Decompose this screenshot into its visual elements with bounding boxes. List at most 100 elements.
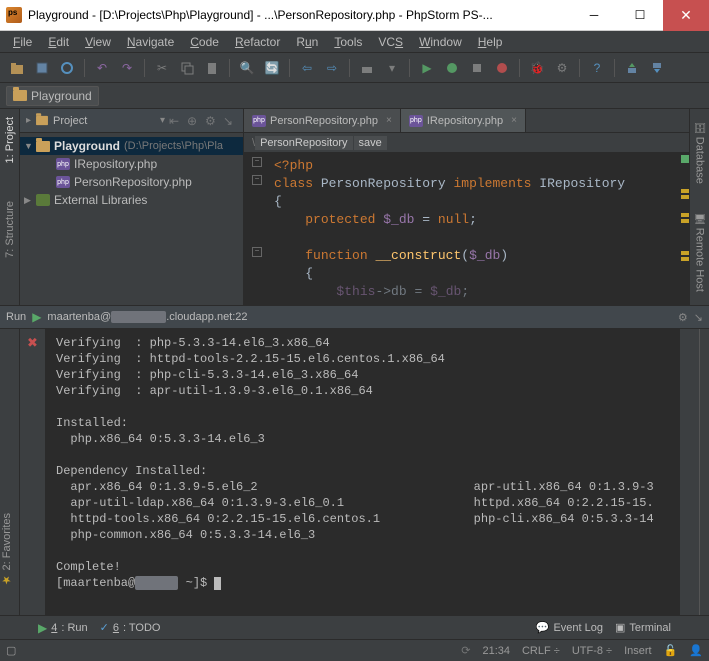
- maximize-button[interactable]: ☐: [617, 0, 663, 31]
- right-tool-strip-lower: [679, 329, 699, 615]
- menu-file[interactable]: File: [6, 33, 39, 51]
- tree-root-label: Playground: [54, 139, 120, 153]
- run-body: ★ 2: Favorites ✖ Verifying : php-5.3.3-1…: [0, 329, 709, 615]
- bottom-tab-todo[interactable]: ✓6: TODO: [100, 621, 161, 634]
- close-button[interactable]: ✕: [663, 0, 709, 31]
- bottom-tab-eventlog[interactable]: 💬 Event Log: [536, 621, 603, 634]
- tree-external-libs[interactable]: ▶ External Libraries: [20, 191, 243, 209]
- paste-icon[interactable]: [201, 57, 223, 79]
- panel-menu-icon[interactable]: ▸: [26, 115, 31, 126]
- run-icon[interactable]: ▶: [416, 57, 438, 79]
- redo-icon[interactable]: ↷: [116, 57, 138, 79]
- coverage-icon[interactable]: [466, 57, 488, 79]
- bottom-tool-tabs: ▶4: Run ✓6: TODO 💬 Event Log ▣ Terminal: [0, 615, 709, 639]
- right-tool-strip: 🗄 Database 🖥 Remote Host: [689, 109, 709, 305]
- hide-icon[interactable]: ↘: [223, 114, 237, 128]
- crumb-class[interactable]: PersonRepository: [255, 136, 352, 150]
- tool-favorites[interactable]: ★ 2: Favorites: [0, 509, 13, 591]
- run-console[interactable]: Verifying : php-5.3.3-14.el6_3.x86_64 Ve…: [46, 329, 679, 615]
- target-icon[interactable]: ⊕: [187, 114, 201, 128]
- menu-vcs[interactable]: VCS: [371, 33, 410, 51]
- progress-icon[interactable]: ⟳: [461, 644, 470, 657]
- chevron-down-icon[interactable]: ▾: [160, 115, 165, 126]
- fold-icon[interactable]: −: [252, 247, 262, 257]
- upload-icon[interactable]: [621, 57, 643, 79]
- tab-label: PersonRepository.php: [270, 115, 378, 127]
- menu-code[interactable]: Code: [183, 33, 226, 51]
- sync-icon[interactable]: [56, 57, 78, 79]
- menu-refactor[interactable]: Refactor: [228, 33, 287, 51]
- stop-icon[interactable]: [491, 57, 513, 79]
- tree-file-label: IRepository.php: [74, 157, 157, 171]
- menu-window[interactable]: Window: [412, 33, 469, 51]
- tab-irepository[interactable]: php IRepository.php ×: [401, 109, 526, 132]
- tool-structure[interactable]: 7: Structure: [4, 197, 16, 262]
- status-encoding[interactable]: UTF-8 ÷: [572, 645, 612, 657]
- left-tool-strip-lower: ★ 2: Favorites: [0, 329, 20, 615]
- readonly-lock-icon[interactable]: 🔓: [664, 644, 678, 657]
- help-icon[interactable]: ?: [586, 57, 608, 79]
- folder-icon: [36, 116, 48, 125]
- run-header: Run ▶ maartenba@xxxxxxxxxx.cloudapp.net:…: [0, 306, 709, 329]
- hide-icon[interactable]: ↘: [694, 311, 703, 324]
- run-host: maartenba@xxxxxxxxxx.cloudapp.net:22: [47, 311, 247, 323]
- status-insert[interactable]: Insert: [624, 645, 652, 657]
- project-tree: ▼ Playground (D:\Projects\Php\Pla php IR…: [20, 133, 243, 213]
- menu-view[interactable]: View: [78, 33, 118, 51]
- status-caret[interactable]: 21:34: [482, 645, 510, 657]
- gear-icon[interactable]: ⚙: [205, 114, 219, 128]
- tree-root[interactable]: ▼ Playground (D:\Projects\Php\Pla: [20, 137, 243, 155]
- fold-icon[interactable]: −: [252, 175, 262, 185]
- main-toolbar: ↶ ↷ ✂ 🔍 🔄 ⇦ ⇨ ▾ ▶ 🐞 ⚙ ?: [0, 53, 709, 83]
- scrollbar[interactable]: [699, 329, 709, 615]
- expand-arrow-icon[interactable]: ▼: [24, 141, 32, 151]
- save-all-icon[interactable]: [31, 57, 53, 79]
- bottom-tab-terminal[interactable]: ▣ Terminal: [615, 621, 671, 634]
- tree-file[interactable]: php PersonRepository.php: [20, 173, 243, 191]
- close-tab-icon[interactable]: ×: [511, 115, 517, 126]
- breadcrumb[interactable]: Playground: [6, 86, 99, 106]
- menu-tools[interactable]: Tools: [327, 33, 369, 51]
- undo-icon[interactable]: ↶: [91, 57, 113, 79]
- forward-icon[interactable]: ⇨: [321, 57, 343, 79]
- editor-breadcrumb[interactable]: \PersonRepositorysave: [244, 133, 689, 153]
- tool-database[interactable]: 🗄 Database: [694, 117, 706, 188]
- listen-debug-icon[interactable]: 🐞: [526, 57, 548, 79]
- tree-file[interactable]: php IRepository.php: [20, 155, 243, 173]
- tab-person-repository[interactable]: php PersonRepository.php ×: [244, 109, 401, 132]
- replace-icon[interactable]: 🔄: [261, 57, 283, 79]
- menu-edit[interactable]: Edit: [41, 33, 76, 51]
- collapse-icon[interactable]: ⇤: [169, 114, 183, 128]
- folder-icon: [13, 90, 27, 101]
- close-icon[interactable]: ✖: [27, 335, 38, 351]
- debug-icon[interactable]: [441, 57, 463, 79]
- status-eol[interactable]: CRLF ÷: [522, 645, 560, 657]
- build-icon[interactable]: [356, 57, 378, 79]
- download-icon[interactable]: [646, 57, 668, 79]
- settings-icon[interactable]: ⚙: [551, 57, 573, 79]
- crumb-method[interactable]: save: [354, 136, 387, 150]
- window-controls: ─ ☐ ✕: [571, 0, 709, 31]
- fold-icon[interactable]: −: [252, 157, 262, 167]
- back-icon[interactable]: ⇦: [296, 57, 318, 79]
- status-toggle-icon[interactable]: ▢: [6, 644, 16, 657]
- menu-run[interactable]: Run: [289, 33, 325, 51]
- bottom-tab-run[interactable]: ▶4: Run: [38, 621, 88, 635]
- cut-icon[interactable]: ✂: [151, 57, 173, 79]
- tool-remote-host[interactable]: 🖥 Remote Host: [694, 208, 706, 296]
- panel-title: Project: [53, 115, 156, 127]
- menu-navigate[interactable]: Navigate: [120, 33, 181, 51]
- tool-project[interactable]: 1: Project: [4, 113, 16, 167]
- expand-arrow-icon[interactable]: ▶: [24, 195, 32, 206]
- gear-icon[interactable]: ⚙: [678, 311, 688, 324]
- code-editor[interactable]: − <?php − class PersonRepository impleme…: [244, 153, 689, 305]
- minimize-button[interactable]: ─: [571, 0, 617, 31]
- close-tab-icon[interactable]: ×: [386, 115, 392, 126]
- menu-help[interactable]: Help: [471, 33, 510, 51]
- find-icon[interactable]: 🔍: [236, 57, 258, 79]
- dropdown-icon[interactable]: ▾: [381, 57, 403, 79]
- open-file-icon[interactable]: [6, 57, 28, 79]
- hector-icon[interactable]: 👤: [689, 644, 703, 657]
- editor-tabs: php PersonRepository.php × php IReposito…: [244, 109, 689, 133]
- copy-icon[interactable]: [176, 57, 198, 79]
